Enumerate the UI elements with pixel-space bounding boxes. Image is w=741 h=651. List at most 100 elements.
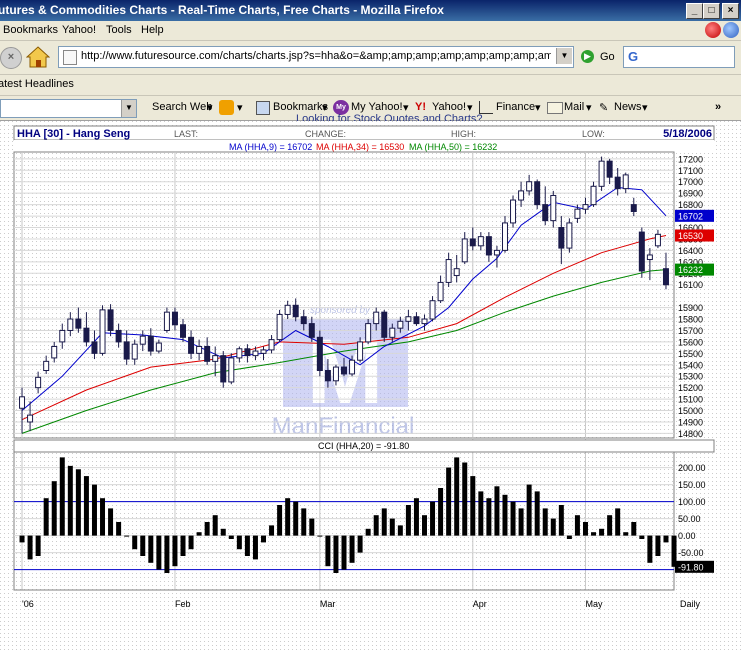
cci-bar bbox=[647, 535, 653, 563]
ma34-legend: MA (HHA,34) = 16530 bbox=[316, 142, 404, 152]
candle-body bbox=[413, 316, 420, 325]
my-yahoo-button[interactable]: My Yahoo! bbox=[351, 101, 403, 113]
candle-body bbox=[316, 336, 323, 372]
cci-bar bbox=[285, 498, 291, 536]
price-tick-label: 16400 bbox=[678, 246, 703, 256]
price-tick-label: 15500 bbox=[678, 349, 703, 359]
cci-bar bbox=[462, 462, 468, 536]
candle-body bbox=[51, 345, 58, 359]
cci-bar bbox=[236, 535, 242, 550]
chart-area: HHA [30] - Hang Seng LAST: CHANGE: HIGH:… bbox=[0, 121, 741, 651]
cci-tick-label: 200.00 bbox=[678, 463, 706, 473]
yahoo-search-input[interactable]: ▼ bbox=[0, 99, 137, 118]
candle-body bbox=[260, 349, 267, 354]
cci-bar bbox=[108, 508, 114, 536]
maximize-button[interactable]: □ bbox=[703, 3, 720, 19]
chevron-down-icon[interactable]: ▼ bbox=[556, 48, 572, 64]
search-input[interactable]: G bbox=[623, 46, 735, 68]
chevron-down-icon[interactable]: ▾ bbox=[237, 101, 243, 114]
cci-bar bbox=[446, 467, 452, 536]
candle-body bbox=[542, 204, 549, 222]
cci-bar bbox=[607, 515, 613, 536]
cci-bar bbox=[309, 518, 315, 536]
headlines-toolbar: atest Headlines bbox=[0, 75, 741, 96]
cci-bar bbox=[188, 535, 194, 550]
candle-body bbox=[67, 318, 74, 331]
candle-body bbox=[373, 311, 380, 325]
cci-bar bbox=[212, 515, 218, 536]
candlestick bbox=[228, 353, 235, 385]
chart-symbol: HHA [30] - Hang Seng bbox=[17, 128, 130, 140]
cci-bar bbox=[574, 515, 580, 536]
candle-body bbox=[622, 174, 629, 190]
menu-tools[interactable]: Tools bbox=[106, 24, 132, 36]
cci-bar bbox=[591, 532, 597, 536]
menu-bookmarks[interactable]: Bookmarks bbox=[3, 24, 58, 36]
cci-bar bbox=[83, 476, 89, 536]
google-search-icon: G bbox=[628, 49, 639, 64]
candle-body bbox=[91, 341, 98, 354]
cci-bar bbox=[124, 535, 130, 537]
candle-body bbox=[630, 204, 637, 212]
x-tick-label: Feb bbox=[175, 599, 191, 609]
cci-bar bbox=[631, 522, 637, 536]
candle-body bbox=[461, 238, 468, 263]
candle-body bbox=[107, 309, 114, 331]
candle-body bbox=[550, 194, 557, 222]
cci-bar bbox=[100, 498, 106, 536]
cci-bar bbox=[430, 501, 436, 536]
candle-body bbox=[123, 341, 130, 360]
cci-bar bbox=[59, 457, 65, 536]
candle-body bbox=[220, 355, 227, 383]
candle-body bbox=[163, 311, 170, 331]
price-tick-label: 15100 bbox=[678, 395, 703, 405]
cci-bar bbox=[663, 535, 669, 543]
candle-body bbox=[244, 348, 251, 357]
search-web-button[interactable]: Search Web bbox=[152, 101, 212, 113]
toolbar-overflow-button[interactable]: » bbox=[715, 101, 721, 113]
candle-body bbox=[477, 236, 484, 247]
menu-yahoo[interactable]: Yahoo! bbox=[62, 24, 96, 36]
menu-help[interactable]: Help bbox=[141, 24, 164, 36]
address-field[interactable]: http://www.futuresource.com/charts/chart… bbox=[58, 46, 574, 68]
cci-bar bbox=[357, 535, 363, 553]
highlighter-icon[interactable] bbox=[219, 100, 234, 115]
cci-tick-label: 50.00 bbox=[678, 514, 701, 524]
ma9-legend: MA (HHA,9) = 16702 bbox=[229, 142, 312, 152]
cci-bar bbox=[470, 476, 476, 536]
cci-bar bbox=[325, 535, 331, 567]
man-financial-text: ManFinancial bbox=[272, 413, 415, 440]
cci-bar bbox=[156, 535, 162, 570]
chevron-down-icon[interactable]: ▾ bbox=[642, 101, 648, 114]
candle-body bbox=[196, 345, 203, 354]
candle-body bbox=[518, 190, 525, 201]
candlestick bbox=[566, 218, 573, 253]
mail-button[interactable]: Mail bbox=[564, 101, 584, 113]
chevron-down-icon[interactable]: ▾ bbox=[207, 101, 213, 114]
home-icon[interactable] bbox=[26, 46, 50, 68]
yahoo-button[interactable]: Yahoo! bbox=[432, 101, 466, 113]
headlines-label[interactable]: atest Headlines bbox=[0, 78, 74, 90]
cci-bar bbox=[486, 498, 492, 536]
chevron-down-icon[interactable]: ▾ bbox=[535, 101, 541, 114]
price-tick-label: 17000 bbox=[678, 177, 703, 187]
stop-icon[interactable]: × bbox=[0, 47, 22, 69]
stop-loading-icon[interactable] bbox=[705, 22, 721, 38]
close-window-button[interactable]: × bbox=[722, 3, 739, 19]
candle-body bbox=[638, 231, 645, 272]
cci-bar bbox=[349, 535, 355, 563]
cci-tick-label: 0.00 bbox=[678, 531, 696, 541]
candlestick bbox=[598, 156, 605, 191]
chevron-down-icon[interactable]: ▾ bbox=[586, 101, 592, 114]
yahoo-bookmarks-button[interactable]: Bookmarks bbox=[273, 101, 328, 113]
go-button[interactable]: Go bbox=[600, 51, 615, 63]
candle-body bbox=[180, 324, 187, 338]
go-icon[interactable]: ▶ bbox=[581, 50, 594, 63]
finance-button[interactable]: Finance bbox=[496, 101, 535, 113]
candlestick bbox=[381, 309, 388, 342]
candle-body bbox=[421, 318, 428, 325]
window-titlebar: utures & Commodities Charts - Real-Time … bbox=[0, 0, 741, 21]
minimize-button[interactable]: _ bbox=[686, 3, 703, 19]
news-button[interactable]: News bbox=[614, 101, 642, 113]
chevron-down-icon[interactable]: ▼ bbox=[121, 100, 136, 117]
